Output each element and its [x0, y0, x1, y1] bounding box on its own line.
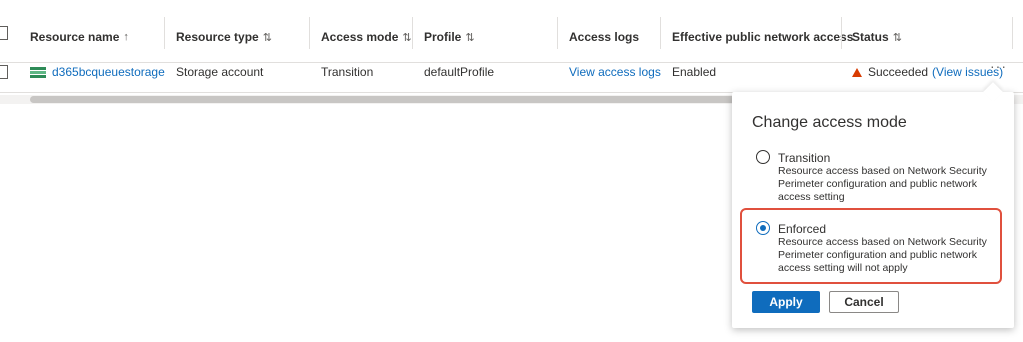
transition-radio[interactable]	[756, 150, 770, 164]
access-mode-cell: Transition	[321, 65, 374, 79]
transition-label: Transition	[778, 151, 831, 165]
enforced-description: Resource access based on Network Securit…	[778, 236, 987, 274]
transition-description: Resource access based on Network Securit…	[778, 165, 987, 203]
popup-title: Change access mode	[752, 114, 907, 131]
table-row[interactable]: d365bcqueuestorage Storage account Trans…	[0, 52, 1023, 93]
resource-name-cell[interactable]: d365bcqueuestorage	[30, 52, 165, 92]
warning-icon	[852, 67, 862, 77]
sort-ascending-icon: ↑	[123, 31, 129, 43]
apply-button[interactable]: Apply	[752, 291, 820, 313]
enforced-radio[interactable]	[756, 221, 770, 235]
status-cell: Succeeded (View issues)	[852, 52, 1003, 92]
profile-cell: defaultProfile	[424, 65, 495, 79]
resource-name-link[interactable]: d365bcqueuestorage	[52, 65, 165, 79]
sort-icon: ⇅	[465, 31, 475, 44]
more-options-icon[interactable]: ···	[990, 46, 1007, 86]
view-access-logs-link[interactable]: View access logs	[569, 52, 661, 92]
cancel-button[interactable]: Cancel	[829, 291, 899, 313]
enforced-label: Enforced	[778, 222, 827, 236]
change-access-mode-popup: Change access mode Transition Resource a…	[732, 82, 1014, 328]
sort-icon: ⇅	[402, 31, 412, 44]
row-checkbox[interactable]	[0, 65, 8, 79]
resource-type-cell: Storage account	[176, 65, 264, 79]
sort-icon: ⇅	[262, 31, 272, 44]
sort-icon: ⇅	[892, 31, 902, 44]
horizontal-scrollbar-thumb[interactable]	[30, 96, 735, 103]
public-access-cell: Enabled	[672, 65, 717, 79]
storage-account-icon	[30, 66, 46, 78]
select-all-checkbox[interactable]	[0, 26, 8, 40]
